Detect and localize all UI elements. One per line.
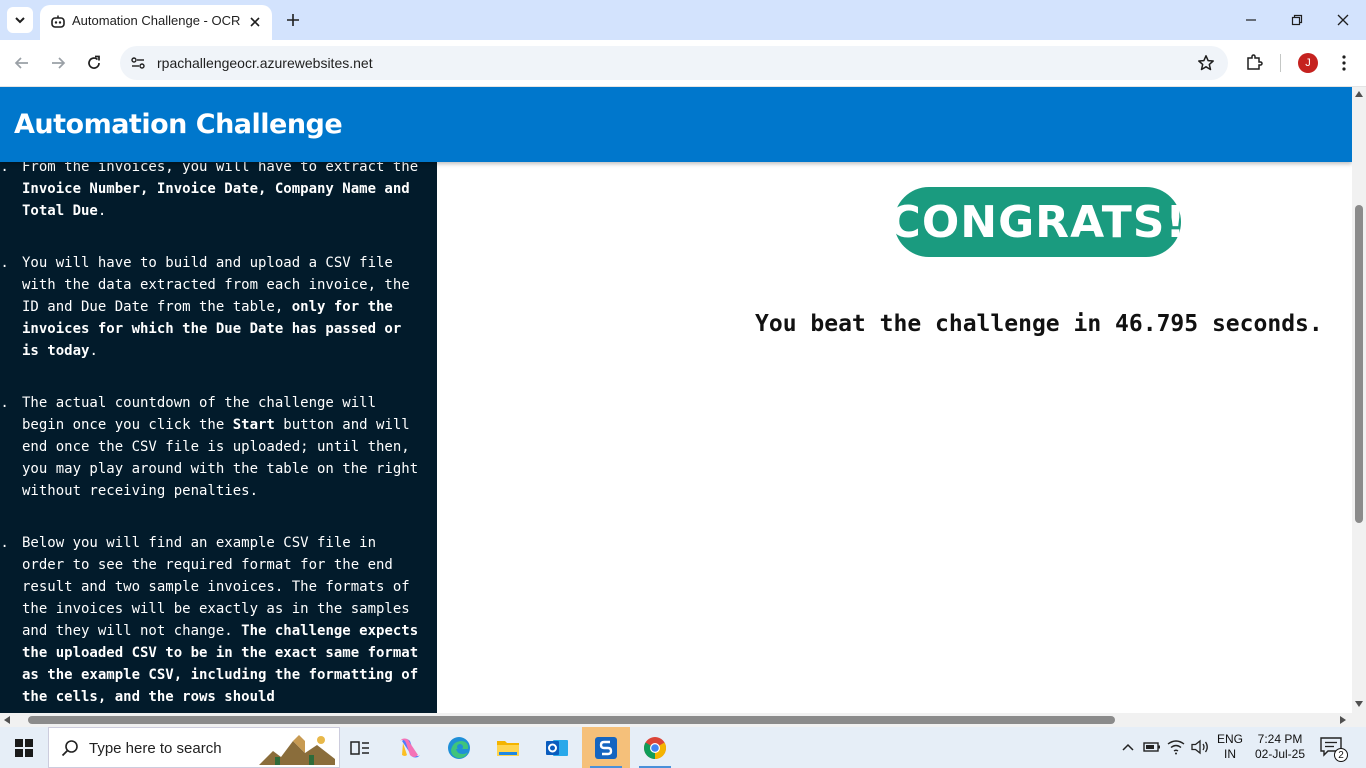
web-page: Automation Challenge 2. From the invoices… (0, 87, 1352, 713)
vertical-scroll-thumb[interactable] (1355, 205, 1363, 523)
arrow-right-icon (52, 57, 66, 69)
notification-count-badge: 2 (1334, 748, 1348, 762)
taskbar-search-box[interactable]: Type here to search (48, 727, 340, 768)
search-icon (61, 740, 78, 757)
instruction-number: 5. (0, 535, 9, 551)
lang-line-1: ENG (1217, 732, 1244, 746)
site-favicon-icon (51, 15, 65, 28)
browser-tab[interactable]: Automation Challenge - OCR (40, 5, 272, 40)
arrow-left-icon (14, 57, 28, 69)
reload-icon (88, 55, 100, 69)
instruction-text: You will have to build and upload a CSV … (22, 252, 422, 362)
back-button[interactable] (9, 50, 35, 76)
instructions-panel: 2. From the invoices, you will have to ex… (0, 162, 437, 713)
horizontal-scrollbar[interactable] (0, 713, 1352, 727)
show-hidden-icons-chevron-up-icon[interactable] (1119, 738, 1137, 756)
browser-menu-icon[interactable] (1334, 51, 1354, 75)
search-placeholder: Type here to search (89, 740, 222, 757)
chevron-down-icon (15, 17, 25, 24)
scrollbar-corner (1352, 713, 1366, 727)
instruction-text-segment: . (97, 203, 107, 219)
scroll-up-arrow-icon[interactable] (1354, 89, 1364, 99)
instruction-bold-text: Start (232, 417, 275, 433)
instruction-number: 4. (0, 395, 9, 411)
instruction-number: 3. (0, 255, 9, 271)
scroll-left-arrow-icon[interactable] (2, 715, 12, 725)
vertical-scrollbar[interactable] (1352, 87, 1366, 713)
restore-button[interactable] (1274, 0, 1320, 40)
instruction-text: The actual countdown of the challenge wi… (22, 392, 422, 502)
edge-icon (448, 736, 470, 759)
reload-button[interactable] (81, 50, 107, 76)
congrats-badge: CONGRATS! (889, 187, 1185, 257)
lang-line-2: IN (1224, 747, 1236, 761)
copilot-app[interactable] (386, 727, 434, 768)
app-header: Automation Challenge (0, 87, 1352, 162)
chrome-icon (644, 736, 666, 759)
app-s-active[interactable] (582, 727, 630, 768)
minimize-icon (1246, 19, 1256, 21)
clock-date: 02-Jul-25 (1254, 747, 1306, 761)
plus-icon (287, 14, 299, 26)
browser-tab-bar: Automation Challenge - OCR (0, 0, 1366, 40)
toolbar-divider (1280, 54, 1281, 72)
edge-app[interactable] (435, 727, 483, 768)
file-explorer-app[interactable] (484, 727, 532, 768)
s-app-icon (595, 736, 617, 759)
instruction-bold-text: Invoice Number, Invoice Date, Company Na… (22, 181, 410, 219)
instruction-text: From the invoices, you will have to extr… (22, 162, 422, 222)
instruction-text-segment: . (89, 343, 98, 359)
url-text[interactable]: rpachallengeocr.azurewebsites.net (157, 55, 373, 71)
extensions-puzzle-icon[interactable] (1242, 50, 1266, 74)
wifi-icon[interactable] (1167, 738, 1185, 756)
tab-close-icon[interactable] (246, 13, 264, 31)
scroll-down-arrow-icon[interactable] (1354, 699, 1364, 709)
profile-avatar[interactable]: J (1298, 53, 1318, 73)
battery-plug-icon[interactable] (1143, 738, 1161, 756)
result-panel: CONGRATS! You beat the challenge in 46.7… (437, 162, 1352, 713)
input-language-indicator[interactable]: ENG IN (1217, 732, 1243, 762)
search-highlight-image (259, 735, 335, 765)
copilot-icon (400, 738, 420, 757)
instruction-text: Below you will find an example CSV file … (22, 532, 422, 708)
result-text: You beat the challenge in 46.795 seconds… (755, 311, 1323, 337)
folder-icon (497, 740, 519, 756)
outlook-icon (546, 739, 568, 756)
outlook-app[interactable] (533, 727, 581, 768)
taskbar: Type here to search ENG IN 7:24 PM 02-Ju… (0, 727, 1366, 768)
browser-toolbar: rpachallengeocr.azurewebsites.net (0, 40, 1366, 87)
task-view-icon (350, 740, 369, 755)
notification-center-button[interactable]: 2 (1320, 737, 1348, 762)
start-button[interactable] (0, 727, 48, 768)
tab-search-button[interactable] (7, 7, 33, 33)
instruction-number: 2. (0, 162, 9, 175)
site-info-icon[interactable] (128, 53, 148, 73)
new-tab-button[interactable] (281, 8, 305, 32)
close-window-button[interactable] (1320, 0, 1366, 40)
task-view-button[interactable] (336, 727, 384, 768)
windows-logo-icon (15, 738, 33, 757)
instruction-text-segment: From the invoices, you will have to extr… (22, 162, 419, 175)
close-icon (1337, 14, 1349, 26)
restore-icon (1291, 14, 1303, 26)
volume-icon[interactable] (1191, 738, 1209, 756)
minimize-button[interactable] (1228, 0, 1274, 40)
clock-time: 7:24 PM (1257, 732, 1303, 746)
chrome-app[interactable] (631, 727, 679, 768)
horizontal-scroll-thumb[interactable] (28, 716, 1115, 724)
scroll-right-arrow-icon[interactable] (1338, 715, 1348, 725)
address-bar[interactable]: rpachallengeocr.azurewebsites.net (120, 46, 1228, 80)
bookmark-star-icon[interactable] (1196, 53, 1216, 73)
tab-title: Automation Challenge - OCR (72, 13, 241, 28)
app-title: Automation Challenge (14, 109, 343, 140)
forward-button[interactable] (45, 50, 71, 76)
clock[interactable]: 7:24 PM 02-Jul-25 (1252, 732, 1308, 762)
